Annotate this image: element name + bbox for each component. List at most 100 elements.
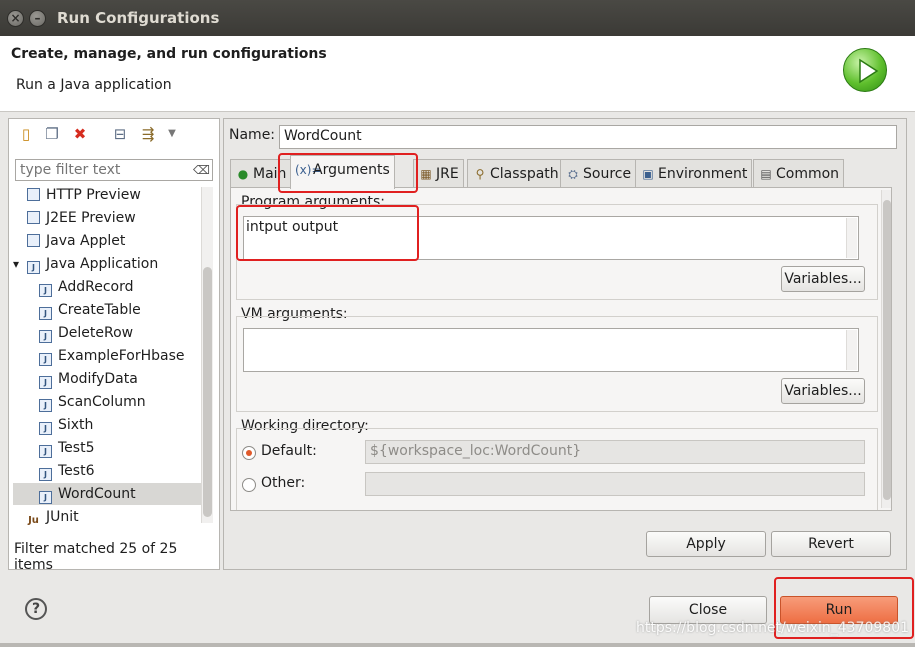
java-file-icon: J — [39, 284, 52, 297]
program-arguments-scrollbar[interactable] — [846, 218, 857, 258]
tree-item[interactable]: J2EE Preview — [13, 207, 201, 229]
java-file-icon: J — [39, 468, 52, 481]
tree-item-label: Test5 — [58, 440, 95, 456]
classpath-tab-icon: ⚲ — [475, 167, 485, 181]
tab-label: Classpath — [490, 166, 559, 182]
other-directory-field[interactable] — [365, 472, 865, 496]
environment-tab-icon: ▣ — [642, 167, 654, 181]
filter-status: Filter matched 25 of 25 items — [14, 541, 178, 573]
tree-item-label: AddRecord — [58, 279, 134, 295]
tree-scrollbar[interactable] — [201, 187, 213, 523]
other-label: Other: — [261, 475, 306, 491]
tree-item-label: Test6 — [58, 463, 95, 479]
tree-item[interactable]: Ju JUnit — [13, 506, 201, 526]
content-scrollbar[interactable] — [881, 190, 891, 508]
tab-label: Common — [776, 166, 840, 182]
collapse-all-icon[interactable]: ⊟ — [111, 125, 129, 143]
tree-item[interactable]: J Sixth — [13, 414, 201, 436]
java-file-icon: J — [39, 353, 52, 366]
tab-classpath[interactable]: ⚲ Classpath — [467, 159, 564, 187]
junit-icon: Ju — [28, 515, 39, 526]
watermark-text: https://blog.csdn.net/weixin_43709801 — [636, 620, 910, 636]
default-radio[interactable] — [242, 446, 256, 460]
arguments-tab-icon: (x)= — [295, 163, 322, 177]
vm-arguments-scrollbar[interactable] — [846, 330, 857, 370]
tab-common[interactable]: ▤ Common — [753, 159, 845, 187]
filter-input[interactable] — [15, 159, 213, 181]
dialog-header: Create, manage, and run configurations R… — [0, 36, 915, 112]
tree-item-label: DeleteRow — [58, 325, 134, 341]
tab-arguments[interactable]: (x)=Arguments — [290, 155, 395, 189]
window-close-icon[interactable]: × — [7, 10, 24, 27]
background-strip — [0, 643, 915, 647]
tree-item[interactable]: J ExampleForHbase — [13, 345, 201, 367]
default-label: Default: — [261, 443, 317, 459]
program-variables-button[interactable]: Variables... — [781, 266, 865, 292]
tree-item[interactable]: J Test5 — [13, 437, 201, 459]
tree-item[interactable]: J DeleteRow — [13, 322, 201, 344]
common-tab-icon: ▤ — [760, 167, 772, 181]
name-label: Name: — [229, 127, 276, 143]
tab-source[interactable]: ⛭ Source — [560, 159, 637, 187]
delete-icon[interactable]: ✖ — [71, 125, 89, 143]
config-icon — [27, 211, 40, 224]
tab-environment[interactable]: ▣ Environment — [635, 159, 753, 187]
tree-item[interactable]: J WordCount — [13, 483, 201, 505]
tree-item-label: Sixth — [58, 417, 94, 433]
tree-item[interactable]: ▾ J Java Application — [13, 253, 201, 275]
other-radio[interactable] — [242, 478, 256, 492]
source-tab-icon: ⛭ — [568, 167, 578, 181]
name-input[interactable]: WordCount — [279, 125, 897, 149]
tree-item[interactable]: J AddRecord — [13, 276, 201, 298]
apply-button[interactable]: Apply — [646, 531, 766, 557]
tree-item[interactable]: J ModifyData — [13, 368, 201, 390]
window-titlebar: × – Run Configurations — [0, 0, 915, 36]
tree-item-label: HTTP Preview — [46, 187, 141, 203]
applet-icon — [27, 234, 40, 247]
tab-label: Environment — [658, 166, 748, 182]
tree-item-label: Java Application — [46, 256, 159, 272]
java-file-icon: J — [39, 422, 52, 435]
java-file-icon: J — [39, 330, 52, 343]
config-icon — [27, 188, 40, 201]
tree-item-label: JUnit — [46, 509, 79, 525]
filter-icon[interactable]: ⇶ — [139, 125, 157, 143]
header-subtitle: Run a Java application — [16, 77, 172, 93]
java-file-icon: J — [39, 399, 52, 412]
tree-item[interactable]: Java Applet — [13, 230, 201, 252]
content-scrollbar-thumb[interactable] — [883, 200, 891, 500]
tab-jre[interactable]: ▦ JRE — [413, 159, 464, 187]
tree-item-label: WordCount — [58, 486, 136, 502]
tree-item[interactable]: HTTP Preview — [13, 184, 201, 206]
revert-button[interactable]: Revert — [771, 531, 891, 557]
expand-arrow-icon[interactable]: ▾ — [13, 253, 19, 275]
tree-item[interactable]: J CreateTable — [13, 299, 201, 321]
dropdown-icon[interactable]: ▼ — [163, 125, 181, 143]
tree-item-label: CreateTable — [58, 302, 141, 318]
java-file-icon: J — [39, 491, 52, 504]
program-arguments-highlight — [236, 205, 419, 261]
clear-filter-icon[interactable]: ⌫ — [193, 163, 210, 177]
window-minimize-icon[interactable]: – — [29, 10, 46, 27]
tree-item-label: ScanColumn — [58, 394, 146, 410]
java-file-icon: J — [39, 307, 52, 320]
tree-item[interactable]: J ScanColumn — [13, 391, 201, 413]
configuration-editor: Name: WordCount ● Main (x)=Arguments ▦ JRE… — [223, 118, 907, 570]
tab-label: JRE — [436, 166, 459, 182]
main-tab-icon: ● — [237, 167, 249, 181]
tree-item[interactable]: J Test6 — [13, 460, 201, 482]
jre-tab-icon: ▦ — [420, 167, 432, 181]
java-file-icon: J — [39, 376, 52, 389]
header-title: Create, manage, and run configurations — [11, 46, 327, 62]
tree-item-label: ModifyData — [58, 371, 138, 387]
duplicate-icon[interactable]: ❐ — [43, 125, 61, 143]
tree-item-label: ExampleForHbase — [58, 348, 185, 364]
java-app-icon: J — [27, 261, 40, 274]
tree-scrollbar-thumb[interactable] — [203, 267, 212, 517]
help-icon[interactable]: ? — [25, 598, 47, 620]
new-configuration-icon[interactable]: ▯ — [17, 125, 35, 143]
vm-variables-button[interactable]: Variables... — [781, 378, 865, 404]
vm-arguments-field[interactable] — [243, 328, 859, 372]
java-file-icon: J — [39, 445, 52, 458]
default-directory-field: ${workspace_loc:WordCount} — [365, 440, 865, 464]
